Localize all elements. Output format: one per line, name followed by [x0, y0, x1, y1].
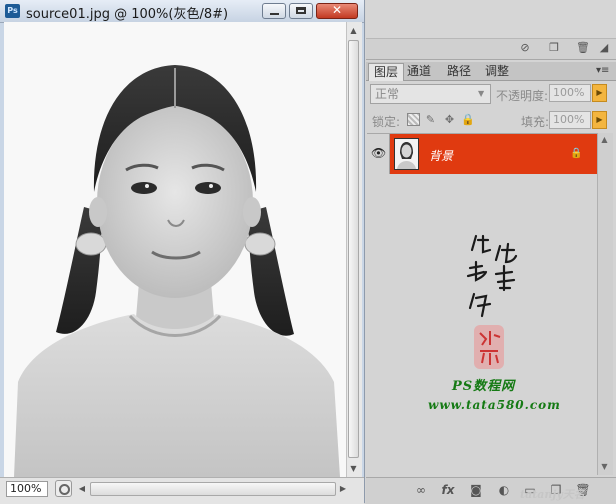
fill-field[interactable]: 100% — [549, 111, 591, 129]
lock-position-move-icon[interactable]: ✥ — [443, 113, 456, 126]
vertical-scroll-thumb[interactable] — [348, 40, 359, 458]
resize-corner-icon[interactable]: ◢ — [598, 42, 610, 54]
scroll-up-arrow-icon[interactable]: ▲ — [346, 24, 361, 37]
corner-watermark: tatanjy天名 — [520, 488, 585, 501]
photoshop-icon: Ps — [5, 4, 20, 18]
scroll-up-arrow-icon[interactable]: ▲ — [598, 135, 611, 144]
watermark-url: www.tata580.com — [428, 398, 561, 412]
upper-panel — [366, 0, 616, 38]
opacity-slider-button[interactable]: ▶ — [592, 84, 607, 102]
add-mask-icon[interactable]: ◙ — [468, 482, 484, 498]
image-canvas[interactable] — [4, 22, 346, 477]
blend-mode-select[interactable]: 正常 — [370, 84, 491, 104]
tab-paths[interactable]: 路径 — [447, 63, 471, 80]
red-seal-stamp — [474, 325, 504, 369]
opacity-label: 不透明度: — [496, 89, 549, 103]
document-title: source01.jpg @ 100%(灰色/8#) — [26, 7, 229, 22]
panel-menu-icon[interactable]: ▾≡ — [596, 64, 612, 78]
scroll-down-arrow-icon[interactable]: ▼ — [598, 462, 611, 471]
lock-paint-brush-icon[interactable]: ✎ — [424, 113, 437, 126]
lock-transparency-icon[interactable] — [407, 113, 420, 126]
zoom-level-field[interactable]: 100% — [6, 481, 48, 497]
eye-icon[interactable]: 👁 — [371, 147, 386, 159]
minimize-button[interactable] — [262, 3, 286, 19]
fill-slider-button[interactable]: ▶ — [592, 111, 607, 129]
fill-label: 填充: — [521, 115, 550, 129]
close-button[interactable] — [316, 3, 358, 19]
layer-thumbnail — [394, 138, 419, 170]
link-layers-icon[interactable]: ∞ — [413, 482, 429, 498]
trash-icon[interactable]: 🗑 — [576, 42, 590, 54]
adjustment-layer-icon[interactable]: ◐ — [496, 482, 512, 498]
handwritten-watermark — [466, 234, 518, 318]
scroll-left-arrow-icon[interactable]: ◀ — [75, 482, 89, 496]
fx-icon[interactable]: fx — [440, 482, 456, 498]
opacity-field[interactable]: 100% — [549, 84, 591, 102]
tab-layers[interactable]: 图层 — [368, 63, 404, 81]
watermark-site-name: PS数程网 — [452, 379, 516, 394]
layers-vertical-scrollbar[interactable] — [597, 133, 613, 475]
lock-icon: 🔒 — [570, 148, 583, 159]
lock-label: 锁定: — [372, 115, 401, 129]
horizontal-scroll-thumb[interactable] — [90, 482, 336, 496]
no-symbol-icon[interactable]: ⊘ — [519, 42, 531, 54]
new-item-icon[interactable]: ❐ — [548, 42, 560, 54]
status-info-icon[interactable] — [55, 480, 72, 497]
scroll-down-arrow-icon[interactable]: ▼ — [346, 462, 361, 475]
layer-name[interactable]: 背景 — [429, 147, 453, 164]
tab-adjustments[interactable]: 调整 — [485, 63, 509, 80]
lock-all-icon[interactable]: 🔒 — [461, 113, 475, 126]
scroll-right-arrow-icon[interactable]: ▶ — [336, 482, 350, 496]
tab-channels[interactable]: 通道 — [407, 63, 431, 80]
grayscale-photo-girl — [4, 22, 346, 477]
maximize-button[interactable] — [289, 3, 313, 19]
chevron-down-icon[interactable]: ▼ — [478, 89, 484, 98]
